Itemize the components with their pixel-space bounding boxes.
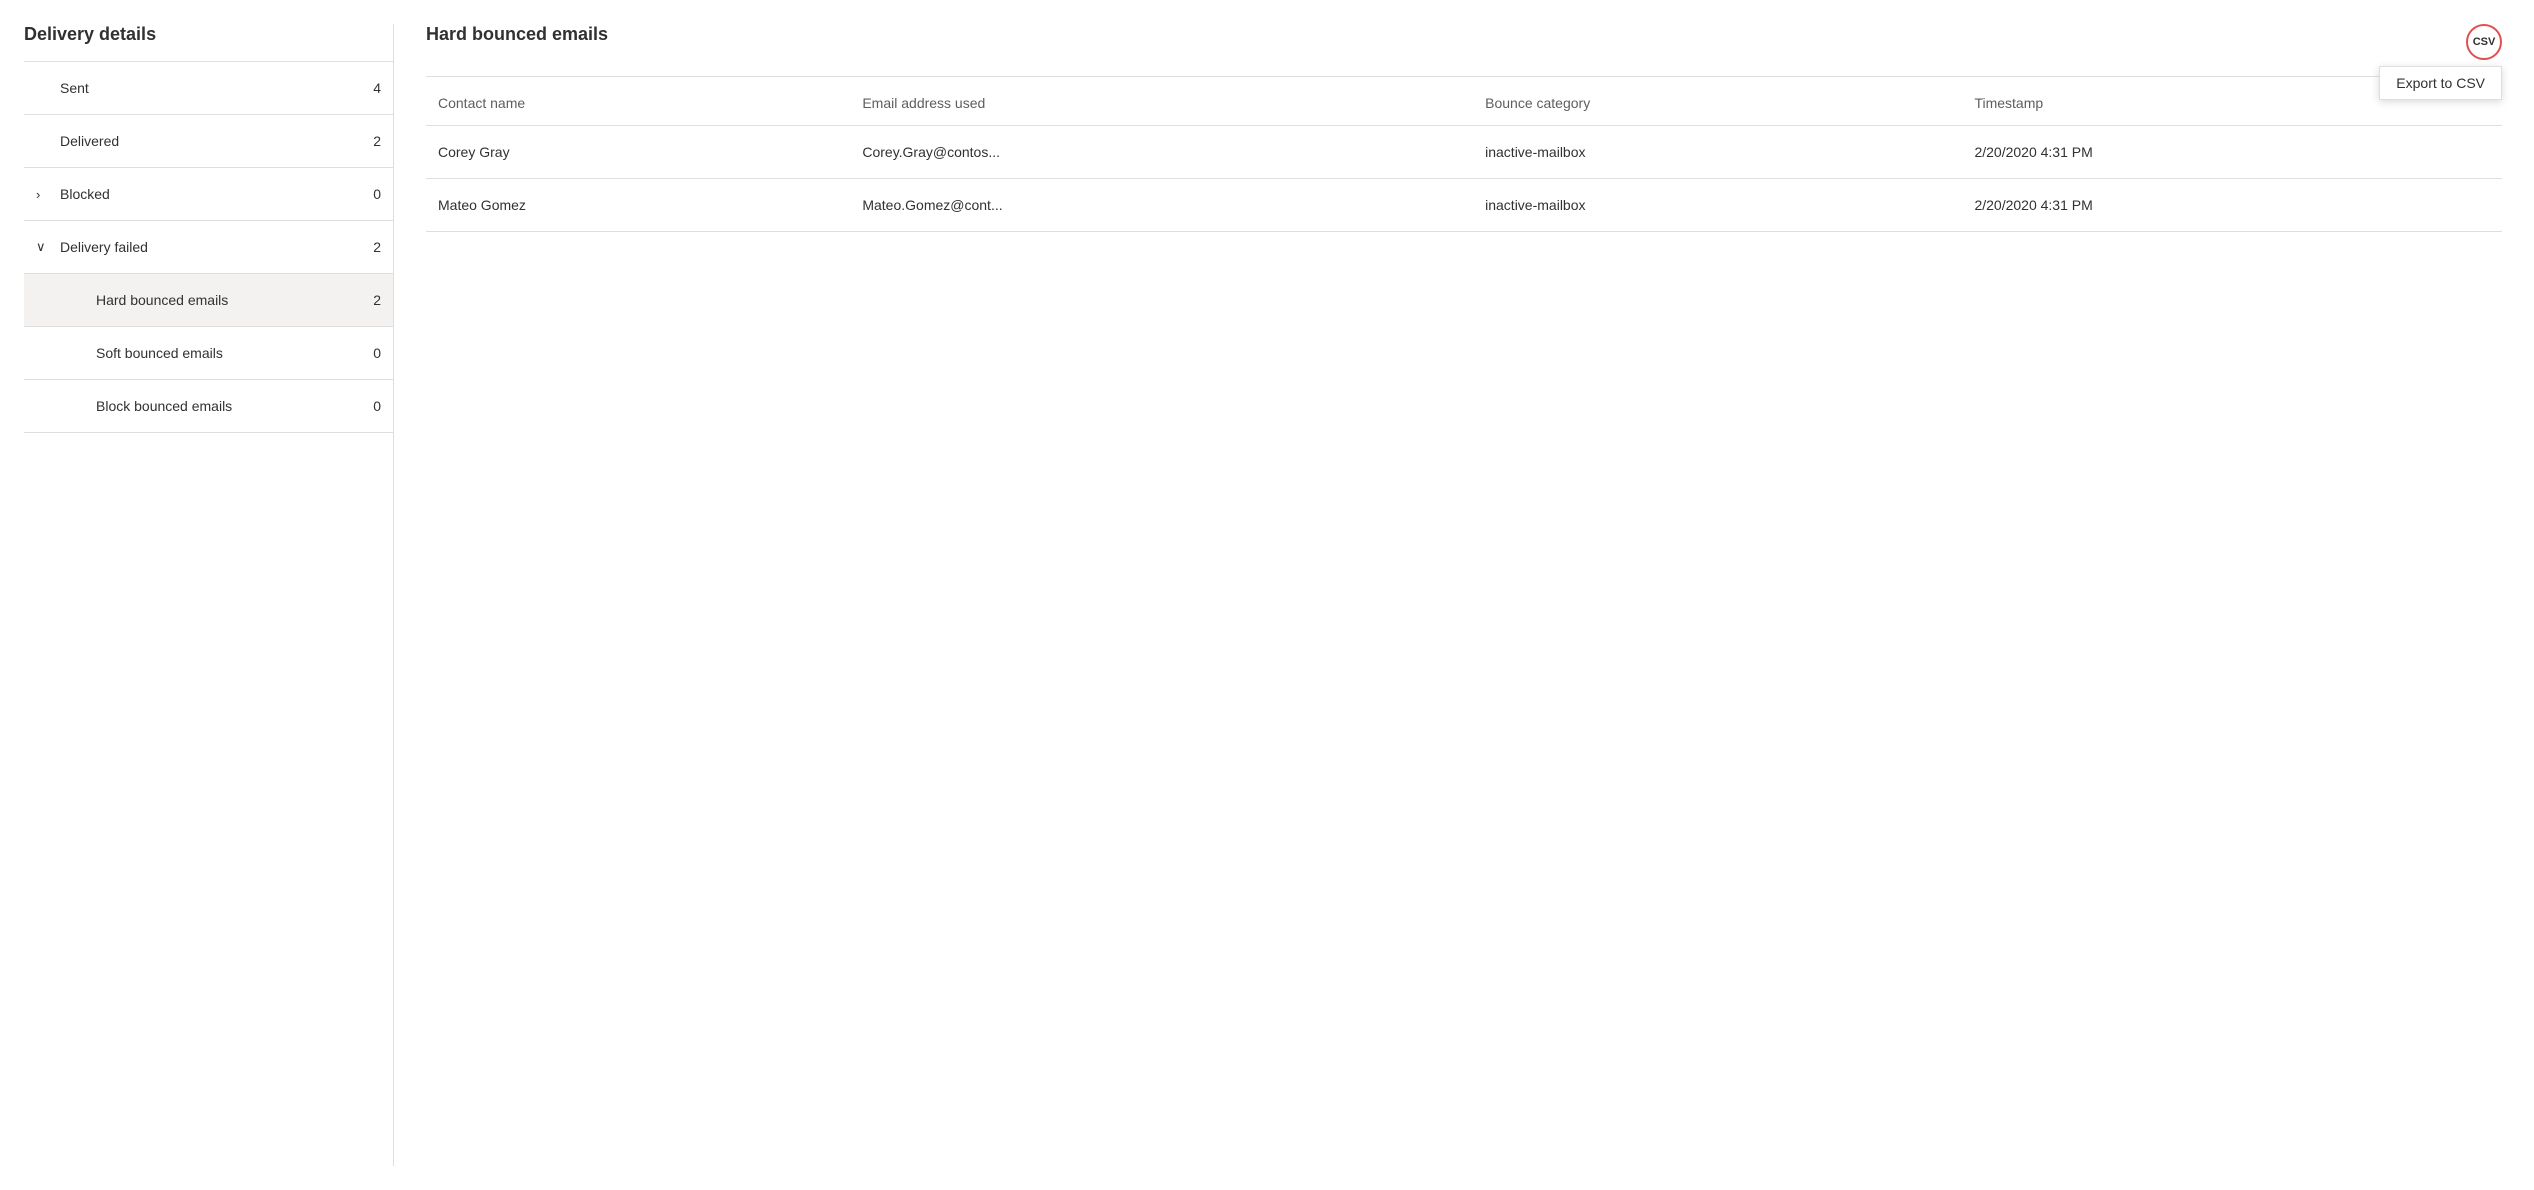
row-count: 2 — [351, 292, 381, 308]
export-icon: CSV — [2473, 36, 2496, 48]
delivery-row-hard-bounced[interactable]: Hard bounced emails 2 — [24, 274, 393, 327]
row-label: Delivery failed — [60, 239, 351, 255]
chevron-icon: ∨ — [36, 239, 60, 255]
row-label: Soft bounced emails — [60, 345, 351, 361]
row-count: 4 — [351, 80, 381, 96]
export-tooltip[interactable]: Export to CSV — [2379, 66, 2502, 100]
table-cell-0-2: inactive-mailbox — [1473, 126, 1962, 179]
left-panel-title: Delivery details — [24, 24, 393, 62]
col-header-2: Bounce category — [1473, 77, 1962, 126]
row-label: Delivered — [60, 133, 351, 149]
delivery-row-blocked[interactable]: › Blocked 0 — [24, 168, 393, 221]
table-row: Mateo GomezMateo.Gomez@cont...inactive-m… — [426, 179, 2502, 232]
export-csv-button[interactable]: CSV — [2466, 24, 2502, 60]
delivery-row-block-bounced[interactable]: Block bounced emails 0 — [24, 380, 393, 433]
row-count: 2 — [351, 239, 381, 255]
table-header-row: Contact nameEmail address usedBounce cat… — [426, 77, 2502, 126]
delivery-row-delivered[interactable]: Delivered 2 — [24, 115, 393, 168]
row-count: 2 — [351, 133, 381, 149]
table-cell-0-0: Corey Gray — [426, 126, 850, 179]
row-label: Blocked — [60, 186, 351, 202]
table-cell-1-1: Mateo.Gomez@cont... — [850, 179, 1473, 232]
table-cell-0-1: Corey.Gray@contos... — [850, 126, 1473, 179]
delivery-row-sent[interactable]: Sent 4 — [24, 62, 393, 115]
row-count: 0 — [351, 345, 381, 361]
export-area: CSV Export to CSV — [2466, 24, 2502, 60]
table-cell-1-3: 2/20/2020 4:31 PM — [1962, 179, 2502, 232]
table-cell-1-0: Mateo Gomez — [426, 179, 850, 232]
delivery-row-soft-bounced[interactable]: Soft bounced emails 0 — [24, 327, 393, 380]
right-panel: Hard bounced emails CSV Export to CSV Co… — [394, 24, 2510, 1166]
col-header-1: Email address used — [850, 77, 1473, 126]
right-header: Hard bounced emails CSV Export to CSV — [426, 24, 2502, 77]
delivery-row-delivery-failed[interactable]: ∨ Delivery failed 2 — [24, 221, 393, 274]
left-panel: Delivery details Sent 4 Delivered 2 › Bl… — [24, 24, 394, 1166]
row-label: Sent — [60, 80, 351, 96]
bounced-emails-table: Contact nameEmail address usedBounce cat… — [426, 77, 2502, 232]
table-cell-0-3: 2/20/2020 4:31 PM — [1962, 126, 2502, 179]
col-header-0: Contact name — [426, 77, 850, 126]
table-cell-1-2: inactive-mailbox — [1473, 179, 1962, 232]
row-label: Hard bounced emails — [60, 292, 351, 308]
table-row: Corey GrayCorey.Gray@contos...inactive-m… — [426, 126, 2502, 179]
right-panel-title: Hard bounced emails — [426, 24, 608, 45]
row-count: 0 — [351, 186, 381, 202]
row-count: 0 — [351, 398, 381, 414]
row-label: Block bounced emails — [60, 398, 351, 414]
chevron-icon: › — [36, 187, 60, 202]
